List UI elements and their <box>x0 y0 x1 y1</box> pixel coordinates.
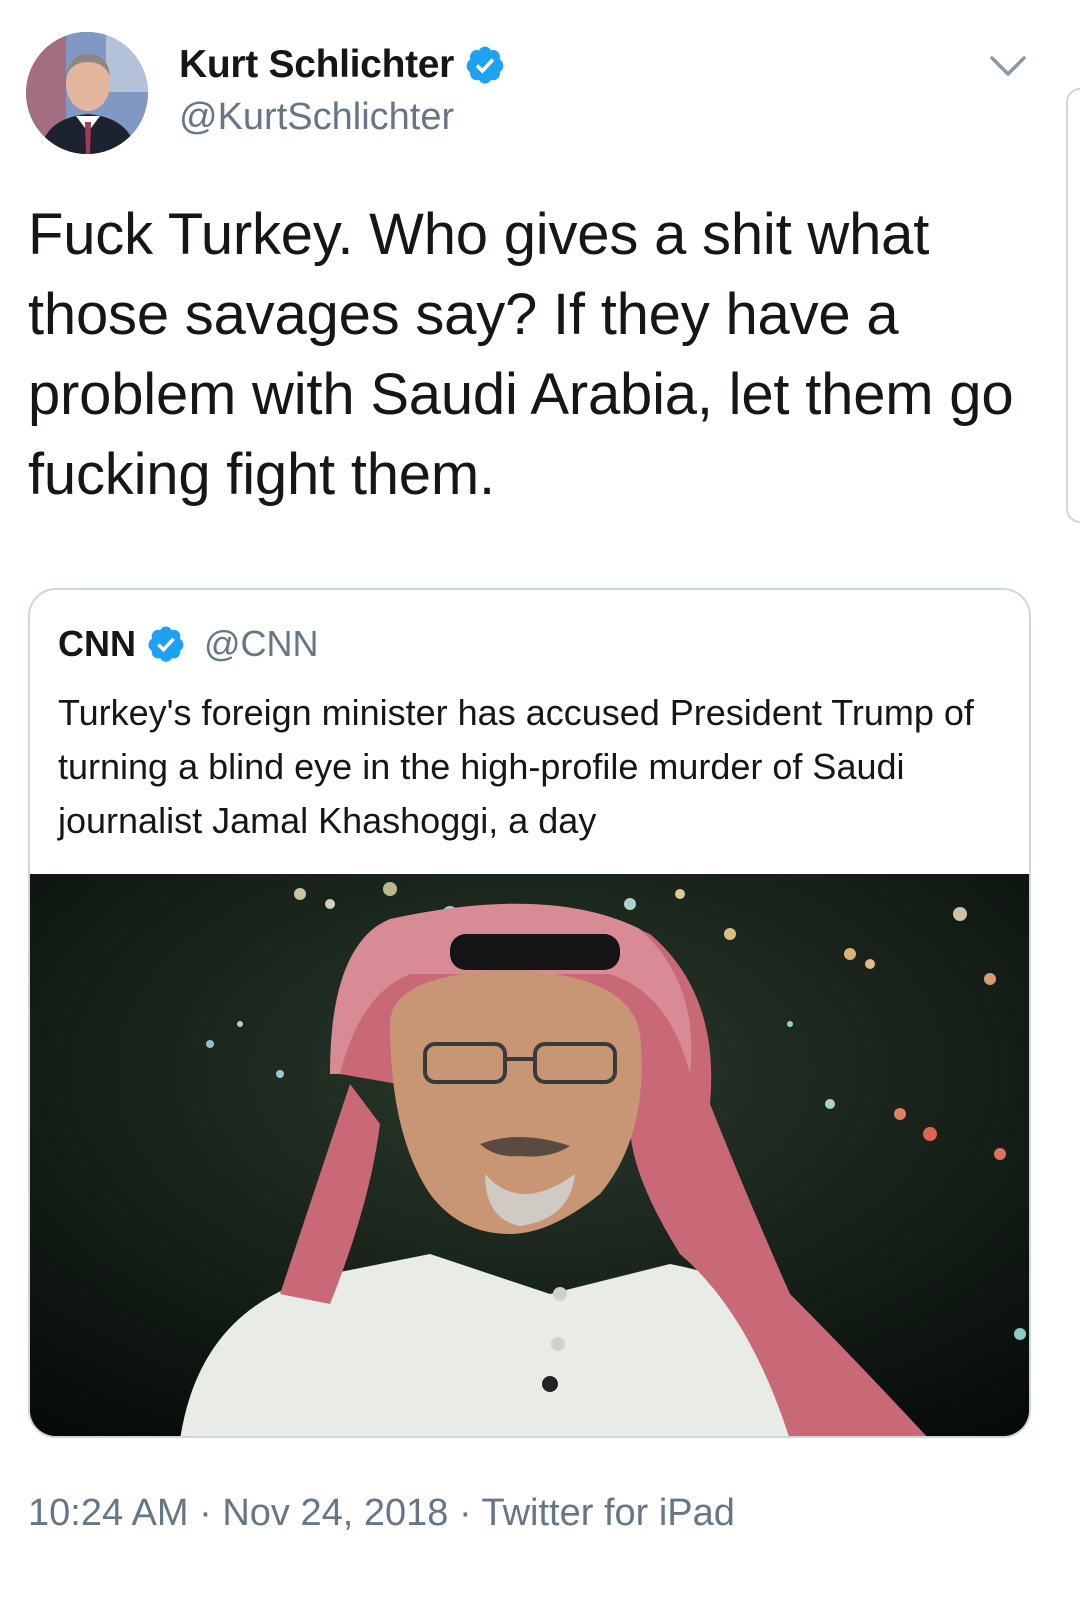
quoted-tweet-text: Turkey's foreign minister has accused Pr… <box>58 692 974 841</box>
chevron-down-icon[interactable] <box>988 52 1028 80</box>
display-name-row: Kurt Schlichter <box>179 38 506 92</box>
tweet-metadata: 10:24 AM · Nov 24, 2018 · Twitter for iP… <box>28 1492 735 1535</box>
tweet-header: Kurt Schlichter @KurtSchlichter <box>26 32 1056 156</box>
tweet-source[interactable]: Twitter for iPad <box>482 1492 735 1534</box>
tweet-time[interactable]: 10:24 AM <box>28 1492 189 1534</box>
man-in-keffiyeh-photo <box>30 874 1029 1436</box>
author-handle[interactable]: @KurtSchlichter <box>179 96 506 139</box>
scroll-edge <box>1066 88 1080 523</box>
verified-badge-icon <box>148 626 184 662</box>
quoted-tweet-photo[interactable] <box>30 874 1029 1436</box>
meta-separator: · <box>199 1492 212 1534</box>
quoted-author-display-name[interactable]: CNN <box>58 623 136 665</box>
author-display-name[interactable]: Kurt Schlichter <box>179 43 454 87</box>
avatar-image <box>26 32 148 154</box>
author-avatar[interactable] <box>26 32 148 154</box>
author-names: Kurt Schlichter @KurtSchlichter <box>179 38 506 139</box>
verified-badge-icon <box>466 46 504 84</box>
quoted-author-handle[interactable]: @CNN <box>204 623 319 665</box>
tweet-text: Fuck Turkey. Who gives a shit what those… <box>28 202 1014 507</box>
tweet-date[interactable]: Nov 24, 2018 <box>222 1492 448 1534</box>
quoted-tweet-header: CNN @CNN <box>58 620 319 668</box>
meta-separator: · <box>458 1492 472 1534</box>
quoted-tweet-card[interactable]: CNN @CNN Turkey's foreign minister has a… <box>28 588 1031 1438</box>
